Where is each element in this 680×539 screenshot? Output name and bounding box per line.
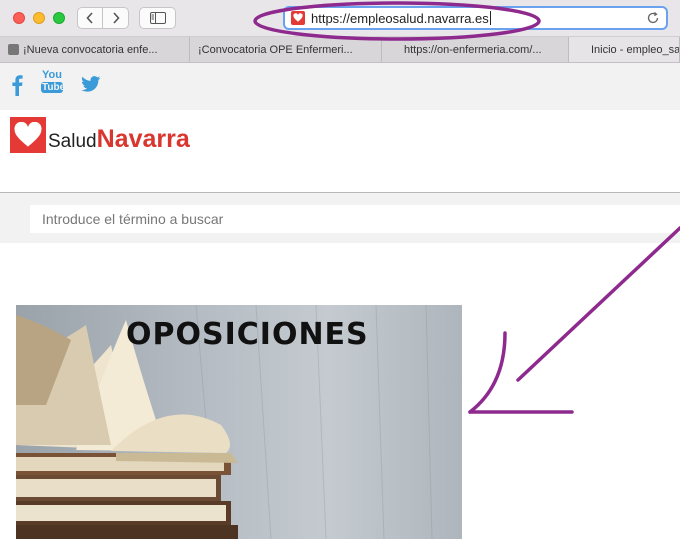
oposiciones-banner[interactable]: OPOSICIONES (16, 305, 462, 539)
address-bar[interactable]: https://empleosalud.navarra.es (283, 6, 668, 30)
site-header: SaludNavarra (0, 110, 680, 193)
tab-convocatoria-ope[interactable]: ¡Convocatoria OPE Enfermeri... (190, 37, 382, 62)
tab-on-enfermeria[interactable]: https://on-enfermeria.com/... (382, 37, 569, 62)
reload-icon[interactable] (646, 11, 660, 25)
text-caret (489, 11, 491, 25)
logo-mark[interactable] (10, 117, 46, 153)
back-button[interactable] (77, 7, 103, 29)
sidebar-toggle-button[interactable] (139, 7, 176, 29)
tab-nueva-convocatoria[interactable]: ¡Nueva convocatoria enfe... (0, 37, 190, 62)
tab-label: ¡Nueva convocatoria enfe... (23, 43, 158, 56)
forward-button[interactable] (103, 7, 129, 29)
tab-favicon (8, 44, 19, 55)
sidebar-icon (149, 12, 166, 24)
arrow-line (516, 226, 680, 382)
heart-icon (293, 13, 303, 22)
tab-strip: ¡Nueva convocatoria enfe... ¡Convocatori… (0, 37, 680, 63)
facebook-icon[interactable] (11, 74, 23, 96)
chevron-left-icon (86, 12, 93, 24)
zoom-window-button[interactable] (53, 12, 65, 24)
url-text: https://empleosalud.navarra.es (311, 10, 489, 26)
tab-label: https://on-enfermeria.com/... (404, 43, 542, 56)
banner-title: OPOSICIONES (126, 317, 369, 352)
site-logo[interactable]: SaludNavarra (48, 125, 190, 154)
site-favicon (291, 11, 305, 25)
close-window-button[interactable] (13, 12, 25, 24)
minimize-window-button[interactable] (33, 12, 45, 24)
tab-inicio-empleo[interactable]: Inicio - empleo_sa (569, 37, 680, 62)
tab-label: Inicio - empleo_sa (591, 43, 680, 56)
arrow-head-curve (468, 331, 507, 414)
twitter-icon[interactable] (81, 76, 101, 92)
search-band: Introduce el término a buscar (0, 193, 680, 243)
youtube-label-top: You (42, 69, 62, 81)
social-bar: You Tube (0, 63, 680, 110)
chevron-right-icon (112, 12, 120, 24)
logo-prefix: Salud (48, 131, 97, 152)
tab-label: ¡Convocatoria OPE Enfermeri... (198, 43, 353, 56)
search-placeholder: Introduce el término a buscar (42, 211, 224, 227)
heart-icon (14, 122, 42, 147)
logo-suffix: Navarra (96, 125, 190, 153)
browser-toolbar: https://empleosalud.navarra.es (0, 0, 680, 37)
youtube-label-bottom: Tube (41, 82, 66, 93)
youtube-icon[interactable]: You Tube (41, 69, 66, 93)
search-input[interactable]: Introduce el término a buscar (30, 205, 680, 233)
